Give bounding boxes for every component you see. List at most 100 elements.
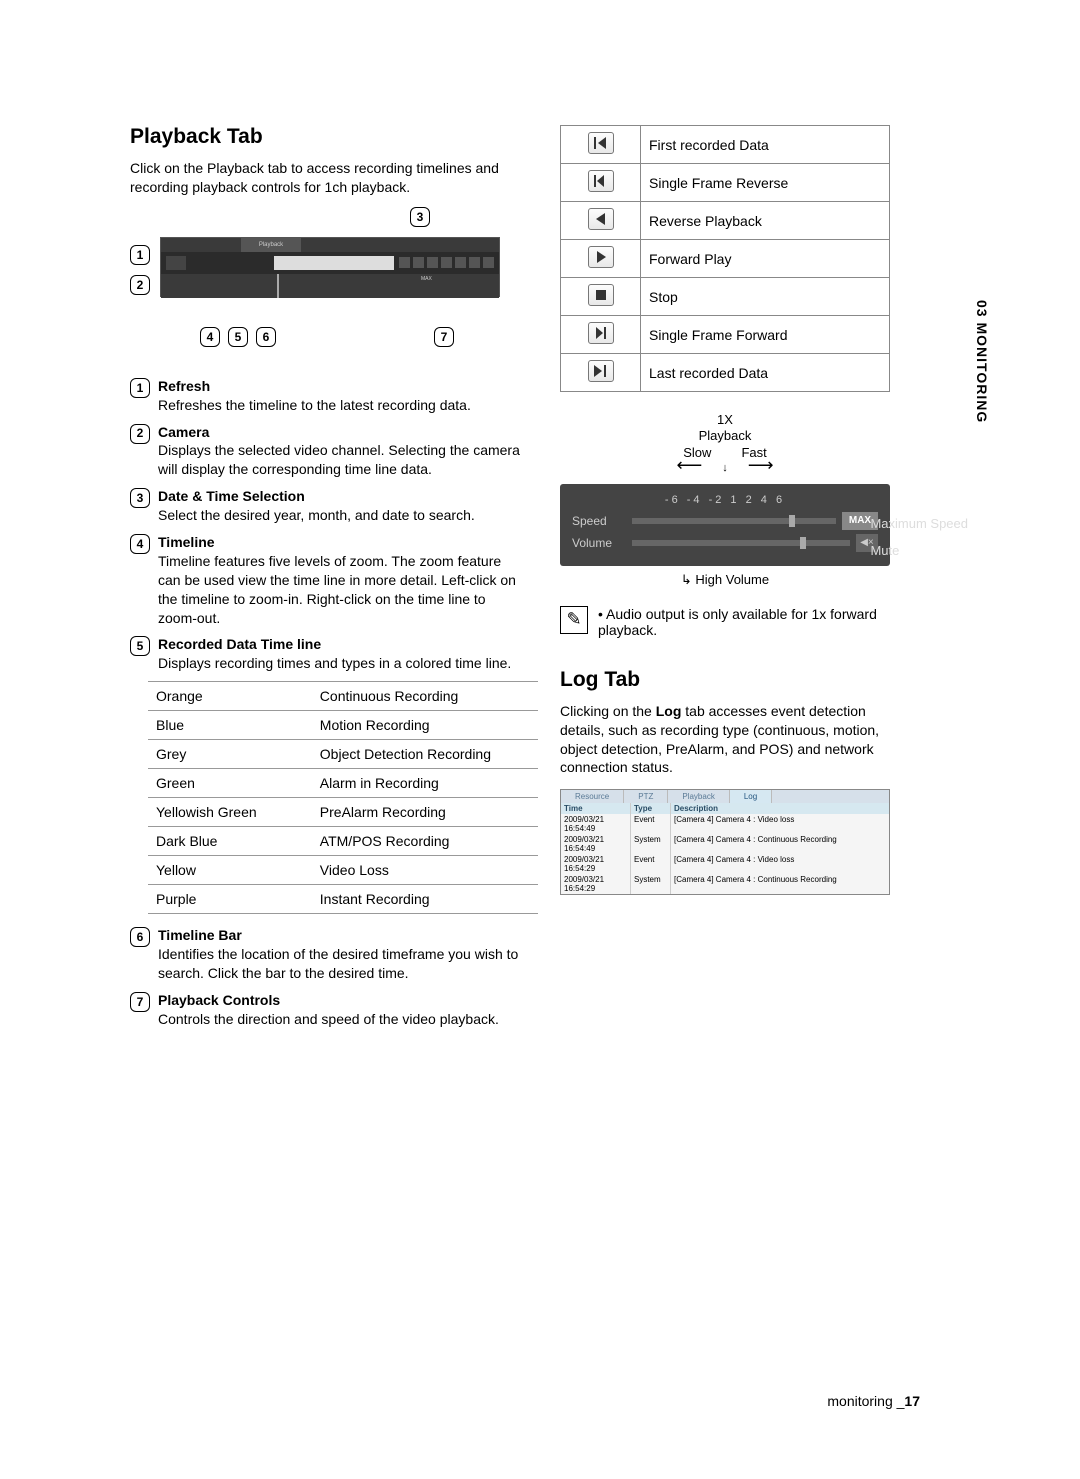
- shot-speed-volume-box: MAX: [419, 274, 499, 298]
- table-row: Last recorded Data: [561, 354, 890, 392]
- item-desc: Displays the selected video channel. Sel…: [158, 442, 520, 477]
- item-title: Date & Time Selection: [158, 488, 305, 504]
- color-name: Grey: [148, 740, 312, 769]
- item-number: 4: [130, 534, 150, 554]
- high-volume-label: ↳ High Volume: [681, 572, 769, 587]
- item-number: 1: [130, 378, 150, 398]
- stop-icon[interactable]: [588, 284, 614, 306]
- playback-item-7: 7Playback ControlsControls the direction…: [130, 991, 520, 1029]
- table-row: Reverse Playback: [561, 202, 890, 240]
- shot-timeline: [161, 274, 419, 298]
- playback-item-4: 4TimelineTimeline features five levels o…: [130, 533, 520, 627]
- control-label: First recorded Data: [641, 126, 890, 164]
- log-tab-log[interactable]: Log: [730, 790, 772, 803]
- playback-controls-table: First recorded DataSingle Frame ReverseR…: [560, 125, 890, 392]
- speed-slider[interactable]: [632, 518, 836, 524]
- color-name: Purple: [148, 885, 312, 914]
- log-row: 2009/03/21 16:54:29System[Camera 4] Came…: [561, 874, 889, 894]
- audio-note: ✎ • Audio output is only available for 1…: [560, 606, 890, 638]
- table-row: Stop: [561, 278, 890, 316]
- color-desc: Object Detection Recording: [312, 740, 538, 769]
- callout-7: 7: [434, 327, 454, 347]
- log-header-description: Description: [671, 803, 889, 814]
- section-side-label: 03 MONITORING: [974, 300, 990, 423]
- playback-item-3: 3 Date & Time Selection Select the desired…: [130, 487, 520, 525]
- item-title: Playback Controls: [158, 992, 280, 1008]
- item-title: Refresh: [158, 378, 210, 394]
- color-desc: PreAlarm Recording: [312, 798, 538, 827]
- item-title: Recorded Data Time line: [158, 636, 321, 652]
- log-row: 2009/03/21 16:54:49Event[Camera 4] Camer…: [561, 814, 889, 834]
- volume-slider[interactable]: [632, 540, 850, 546]
- page-footer: monitoring _17: [827, 1393, 920, 1409]
- playback-item-5: 5Recorded Data Time lineDisplays recordi…: [130, 635, 520, 673]
- log-heading: Log Tab: [560, 668, 890, 692]
- item-number: 6: [130, 927, 150, 947]
- speed-scale: -6 -4 -2 1 2 4 6: [572, 494, 878, 506]
- color-desc: ATM/POS Recording: [312, 827, 538, 856]
- table-row: Single Frame Reverse: [561, 164, 890, 202]
- single-frame-forward-icon[interactable]: [588, 322, 614, 344]
- shot-playback-control-strip: [399, 257, 494, 268]
- control-label: Last recorded Data: [641, 354, 890, 392]
- max-speed-side-label: Maximum Speed: [870, 516, 968, 532]
- playback-screenshot: 3 1 2 Playback MAX: [130, 217, 520, 317]
- table-row: Forward Play: [561, 240, 890, 278]
- table-row: Yellowish GreenPreAlarm Recording: [148, 798, 538, 827]
- item-desc: Controls the direction and speed of the …: [158, 1011, 499, 1027]
- speed-1x-label: 1X: [560, 412, 890, 428]
- item-desc: Displays recording times and types in a …: [158, 655, 511, 671]
- callout-2: 2: [130, 275, 150, 295]
- log-tab-resource[interactable]: Resource: [561, 790, 624, 803]
- item-number: 3: [130, 488, 150, 508]
- item-title: Timeline: [158, 534, 215, 550]
- log-intro: Clicking on the Log tab accesses event d…: [560, 702, 890, 778]
- callout-3: 3: [410, 207, 430, 227]
- log-header-time: Time: [561, 803, 631, 814]
- log-row: 2009/03/21 16:54:29Event[Camera 4] Camer…: [561, 854, 889, 874]
- log-tab-ptz[interactable]: PTZ: [624, 790, 668, 803]
- item-title: Camera: [158, 424, 209, 440]
- control-label: Single Frame Forward: [641, 316, 890, 354]
- playback-item-1: 1 Refresh Refreshes the timeline to the la…: [130, 377, 520, 415]
- arrow-left-icon: ⟵: [676, 460, 702, 478]
- table-row: Dark BlueATM/POS Recording: [148, 827, 538, 856]
- table-row: BlueMotion Recording: [148, 711, 538, 740]
- playback-heading: Playback Tab: [130, 125, 520, 149]
- control-label: Forward Play: [641, 240, 890, 278]
- callout-5: 5: [228, 327, 248, 347]
- recording-color-table: OrangeContinuous RecordingBlueMotion Rec…: [148, 681, 538, 914]
- color-name: Yellowish Green: [148, 798, 312, 827]
- table-row: YellowVideo Loss: [148, 856, 538, 885]
- color-desc: Motion Recording: [312, 711, 538, 740]
- last-recorded-icon[interactable]: [588, 360, 614, 382]
- log-tab-playback[interactable]: Playback: [668, 790, 729, 803]
- item-number: 2: [130, 424, 150, 444]
- color-desc: Video Loss: [312, 856, 538, 885]
- color-name: Blue: [148, 711, 312, 740]
- note-icon: ✎: [560, 606, 588, 634]
- item-desc: Select the desired year, month, and date…: [158, 507, 475, 523]
- control-label: Stop: [641, 278, 890, 316]
- reverse-playback-icon[interactable]: [588, 208, 614, 230]
- arrow-right-icon: ⟶: [748, 460, 774, 478]
- color-name: Orange: [148, 682, 312, 711]
- table-row: GreyObject Detection Recording: [148, 740, 538, 769]
- single-frame-reverse-icon[interactable]: [588, 170, 614, 192]
- forward-play-icon[interactable]: [588, 246, 614, 268]
- playback-item-6: 6Timeline BarIdentifies the location of …: [130, 926, 520, 983]
- callout-6: 6: [256, 327, 276, 347]
- first-recorded-icon[interactable]: [588, 132, 614, 154]
- shot-tab-playback: Playback: [241, 238, 301, 252]
- control-label: Single Frame Reverse: [641, 164, 890, 202]
- shot-date-field: [274, 256, 394, 270]
- log-header-type: Type: [631, 803, 671, 814]
- color-desc: Continuous Recording: [312, 682, 538, 711]
- item-desc: Refreshes the timeline to the latest rec…: [158, 397, 471, 413]
- table-row: OrangeContinuous Recording: [148, 682, 538, 711]
- mute-side-label: Mute: [870, 543, 968, 559]
- log-row: 2009/03/21 16:54:49System[Camera 4] Came…: [561, 834, 889, 854]
- color-name: Dark Blue: [148, 827, 312, 856]
- shot-refresh-icon: [166, 256, 186, 270]
- item-title: Timeline Bar: [158, 927, 242, 943]
